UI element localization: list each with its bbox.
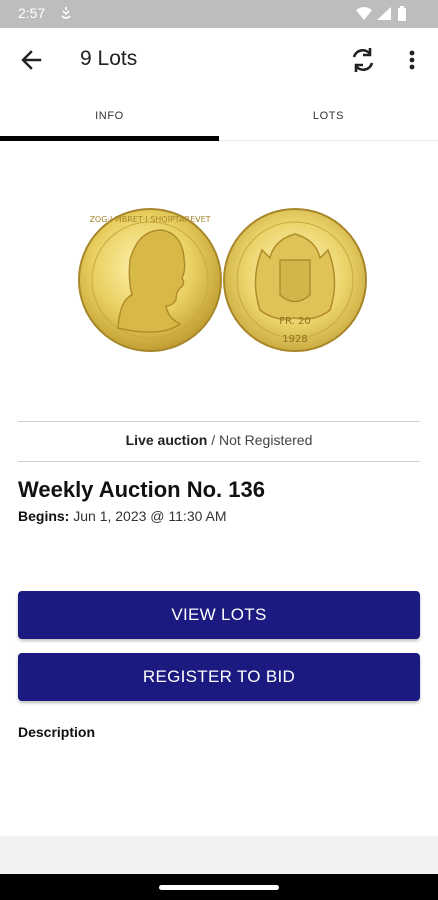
status-time: 2:57 — [18, 5, 46, 21]
system-nav-bar — [0, 874, 438, 900]
sync-icon — [61, 7, 71, 19]
divider-bottom — [18, 461, 420, 462]
wifi-icon — [356, 7, 372, 20]
auction-type: Live auction — [125, 432, 208, 448]
home-gesture-handle[interactable] — [159, 885, 279, 890]
tab-indicator — [0, 136, 219, 141]
register-to-bid-button[interactable]: REGISTER TO BID — [18, 653, 420, 701]
coin-back: FR. 20 1928 — [223, 208, 367, 352]
refresh-icon[interactable] — [348, 45, 378, 75]
back-arrow-icon[interactable] — [18, 46, 46, 74]
auction-status: Live auction / Not Registered — [0, 432, 438, 448]
registration-status: / Not Registered — [211, 432, 313, 448]
coin-front-inscription: ZOG·I·MBRET·I·SHQIPTAREVET — [89, 215, 210, 224]
coin-year: 1928 — [282, 334, 307, 345]
bottom-area — [0, 836, 438, 874]
auction-title: Weekly Auction No. 136 — [18, 477, 265, 502]
begins-value: Jun 1, 2023 @ 11:30 AM — [73, 508, 227, 524]
view-lots-button[interactable]: VIEW LOTS — [18, 591, 420, 639]
lot-image[interactable]: ZOG·I·MBRET·I·SHQIPTAREVET FR. 20 1928 — [0, 200, 438, 360]
status-bar: 2:57 — [0, 0, 438, 28]
app-bar: 9 Lots — [0, 28, 438, 92]
coin-photo: ZOG·I·MBRET·I·SHQIPTAREVET FR. 20 1928 — [78, 208, 367, 352]
more-options-icon[interactable] — [402, 46, 422, 74]
tab-lots[interactable]: LOTS — [219, 92, 438, 140]
coin-front: ZOG·I·MBRET·I·SHQIPTAREVET — [78, 208, 222, 352]
begins-label: Begins: — [18, 508, 70, 524]
tab-bar: INFO LOTS — [0, 92, 438, 141]
auction-begins: Begins: Jun 1, 2023 @ 11:30 AM — [18, 508, 227, 524]
battery-icon — [398, 6, 406, 21]
divider-top — [18, 421, 420, 422]
tab-info[interactable]: INFO — [0, 92, 219, 140]
description-heading: Description — [18, 724, 96, 740]
coin-denomination: FR. 20 — [279, 316, 310, 327]
signal-icon — [377, 7, 391, 20]
page-title: 9 Lots — [80, 47, 138, 70]
